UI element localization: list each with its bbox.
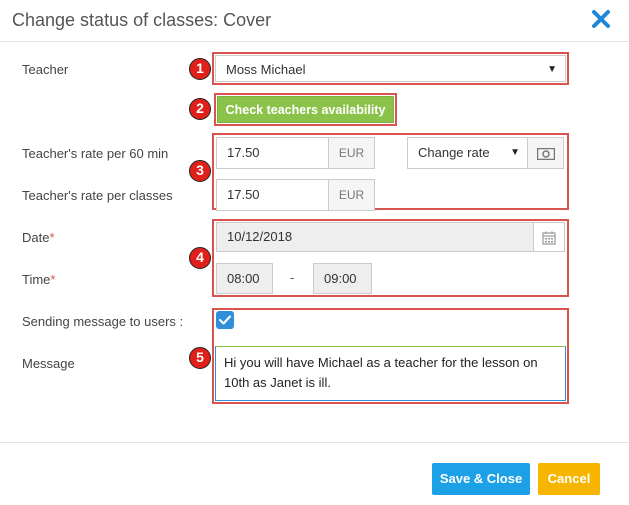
check-availability-button[interactable]: Check teachers availability [217, 96, 394, 123]
sending-message-checkbox[interactable] [216, 311, 234, 329]
dropdown-arrow-icon: ▼ [510, 147, 520, 158]
annotation-badge-1: 1 [189, 58, 211, 80]
header-divider [0, 41, 629, 42]
change-rate-button[interactable] [527, 137, 564, 169]
message-label: Message [22, 356, 75, 371]
save-close-button[interactable]: Save & Close [432, 463, 530, 495]
change-rate-label: Change rate [418, 145, 490, 160]
checkmark-icon [218, 315, 232, 325]
time-separator: - [290, 270, 295, 285]
rate60-input[interactable]: 17.50 [216, 137, 329, 169]
date-label: Date* [22, 230, 55, 245]
dropdown-arrow-icon: ▼ [547, 64, 557, 75]
time-label: Time* [22, 272, 56, 287]
footer-divider [0, 442, 629, 443]
change-rate-select[interactable]: Change rate ▼ [407, 137, 528, 169]
sending-message-label: Sending message to users : [22, 314, 184, 329]
rate-classes-label: Teacher's rate per classes [22, 188, 173, 203]
teacher-label: Teacher [22, 62, 69, 77]
teacher-select[interactable]: Moss Michael ▼ [215, 55, 566, 82]
close-icon[interactable] [591, 9, 611, 29]
calendar-button[interactable] [533, 222, 565, 252]
date-input[interactable]: 10/12/2018 [216, 222, 534, 252]
money-icon [536, 147, 555, 161]
dialog-title: Change status of classes: Cover [12, 10, 272, 30]
time-end-input[interactable]: 09:00 [313, 263, 372, 294]
annotation-badge-4: 4 [189, 247, 211, 269]
annotation-badge-3: 3 [189, 160, 211, 182]
rate-classes-currency: EUR [328, 179, 375, 211]
message-textarea[interactable]: Hi you will have Michael as a teacher fo… [215, 346, 566, 401]
cancel-button[interactable]: Cancel [538, 463, 600, 495]
time-start-input[interactable]: 08:00 [216, 263, 273, 294]
rate60-label: Teacher's rate per 60 min [22, 146, 169, 161]
rate-classes-input[interactable]: 17.50 [216, 179, 329, 211]
teacher-select-value: Moss Michael [226, 62, 306, 77]
calendar-icon [542, 231, 556, 245]
rate60-currency: EUR [328, 137, 375, 169]
annotation-badge-2: 2 [189, 98, 211, 120]
annotation-badge-5: 5 [189, 347, 211, 369]
